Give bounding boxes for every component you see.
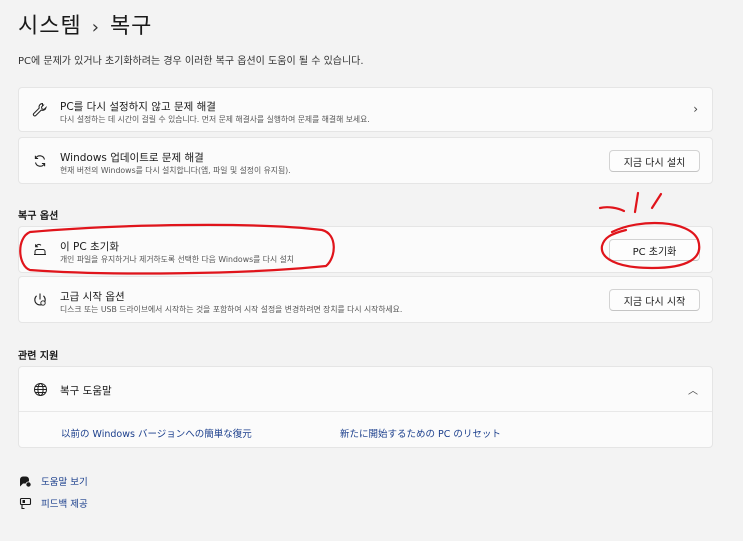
reset-pc-icon <box>31 241 49 259</box>
restart-now-button[interactable]: 지금 다시 시작 <box>609 289 700 311</box>
recovery-help-card: 복구 도움말 ︿ 以前の Windows バージョンへの簡単な復元 新たに開始す… <box>18 366 713 448</box>
breadcrumb-separator: › <box>91 17 100 38</box>
reset-pc-card: 이 PC 초기화 개인 파일을 유지하거나 제거하도록 선택한 다음 Windo… <box>18 226 713 273</box>
windows-update-fix-card: Windows 업데이트로 문제 해결 현재 버전의 Windows를 다시 설… <box>18 137 713 184</box>
link-fresh-start-reset[interactable]: 新たに開始するための PC のリセット <box>340 426 501 440</box>
related-support-heading: 관련 지원 <box>18 351 59 362</box>
help-icon <box>18 474 32 488</box>
feedback-icon <box>18 496 32 510</box>
give-feedback-link[interactable]: 피드백 제공 <box>18 496 88 510</box>
chevron-up-icon: ︿ <box>688 386 698 397</box>
breadcrumb-current: 복구 <box>109 14 153 39</box>
fix-without-reset-title: PC를 다시 설정하지 않고 문제 해결 <box>60 101 216 113</box>
get-help-label: 도움말 보기 <box>41 477 88 488</box>
reset-pc-button[interactable]: PC 초기화 <box>609 239 700 261</box>
reinstall-now-button[interactable]: 지금 다시 설치 <box>609 150 700 172</box>
page-subtitle: PC에 문제가 있거나 초기화하려는 경우 이러한 복구 옵션이 도움이 될 수… <box>18 56 364 67</box>
windows-update-fix-title: Windows 업데이트로 문제 해결 <box>60 152 204 164</box>
advanced-startup-card: 고급 시작 옵션 디스크 또는 USB 드라이브에서 시작하는 것을 포함하여 … <box>18 276 713 323</box>
refresh-icon <box>31 152 49 170</box>
fix-without-reset-card[interactable]: PC를 다시 설정하지 않고 문제 해결 다시 설정하는 데 시간이 걸릴 수 … <box>18 87 713 132</box>
reset-pc-title: 이 PC 초기화 <box>60 241 119 253</box>
wrench-icon <box>31 101 49 119</box>
advanced-startup-icon <box>31 291 49 309</box>
chevron-right-icon: › <box>693 102 698 116</box>
give-feedback-label: 피드백 제공 <box>41 499 88 510</box>
reset-pc-desc: 개인 파일을 유지하거나 제거하도록 선택한 다음 Windows를 다시 설치 <box>60 255 294 264</box>
recovery-options-heading: 복구 옵션 <box>18 211 59 222</box>
advanced-startup-title: 고급 시작 옵션 <box>60 291 125 303</box>
windows-update-fix-desc: 현재 버전의 Windows를 다시 설치합니다(앱, 파일 및 설정이 유지됨… <box>60 166 291 175</box>
annotation-stroke-left <box>598 206 626 213</box>
page-title: 시스템 › 복구 <box>18 8 152 40</box>
breadcrumb-parent[interactable]: 시스템 <box>18 14 82 39</box>
annotation-stroke-middle <box>633 191 640 214</box>
globe-icon <box>31 380 49 398</box>
advanced-startup-desc: 디스크 또는 USB 드라이브에서 시작하는 것을 포함하여 시작 설정을 변경… <box>60 305 403 314</box>
get-help-link[interactable]: 도움말 보기 <box>18 474 88 488</box>
fix-without-reset-desc: 다시 설정하는 데 시간이 걸릴 수 있습니다. 먼저 문제 해결사를 실행하여… <box>60 115 370 124</box>
annotation-stroke-right <box>650 192 663 210</box>
link-previous-windows-restore[interactable]: 以前の Windows バージョンへの簡単な復元 <box>61 426 252 440</box>
recovery-help-title: 복구 도움말 <box>60 385 112 397</box>
recovery-help-header[interactable]: 복구 도움말 ︿ <box>19 367 712 412</box>
